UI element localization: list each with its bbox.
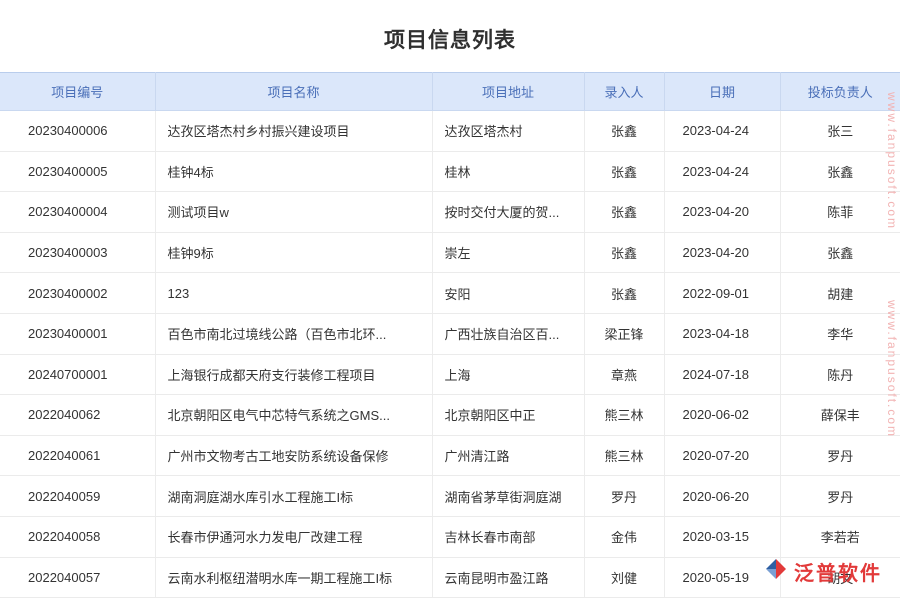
cell-date: 2022-09-01	[664, 273, 780, 314]
cell-id: 2022040062	[0, 395, 155, 436]
cell-address: 上海	[432, 354, 584, 395]
cell-id: 2022040059	[0, 476, 155, 517]
cell-name: 北京朝阳区电气中芯特气系统之GMS...	[155, 395, 432, 436]
page-title: 项目信息列表	[0, 0, 900, 72]
cell-name: 长春市伊通河水力发电厂改建工程	[155, 516, 432, 557]
cell-id: 20230400004	[0, 192, 155, 233]
cell-address: 按时交付大厦的贺...	[432, 192, 584, 233]
cell-name: 达孜区塔杰村乡村振兴建设项目	[155, 111, 432, 152]
cell-date: 2020-06-20	[664, 476, 780, 517]
cell-date: 2024-07-18	[664, 354, 780, 395]
cell-address: 北京朝阳区中正	[432, 395, 584, 436]
cell-date: 2023-04-24	[664, 111, 780, 152]
cell-entry[interactable]: 金伟	[584, 516, 664, 557]
cell-manager[interactable]: 薛保丰	[780, 395, 900, 436]
cell-name: 百色市南北过境线公路（百色市北环...	[155, 313, 432, 354]
cell-name: 广州市文物考古工地安防系统设备保修	[155, 435, 432, 476]
cell-id: 20230400005	[0, 151, 155, 192]
cell-entry[interactable]: 熊三林	[584, 395, 664, 436]
cell-date: 2020-06-02	[664, 395, 780, 436]
cell-id: 2022040061	[0, 435, 155, 476]
cell-entry[interactable]: 刘健	[584, 557, 664, 598]
column-header-manager: 投标负责人	[780, 73, 900, 111]
cell-name: 云南水利枢纽潜明水库一期工程施工I标	[155, 557, 432, 598]
cell-date: 2023-04-24	[664, 151, 780, 192]
cell-entry[interactable]: 罗丹	[584, 476, 664, 517]
cell-name: 上海银行成都天府支行装修工程项目	[155, 354, 432, 395]
column-header-date: 日期	[664, 73, 780, 111]
cell-manager[interactable]: 罗丹	[780, 435, 900, 476]
cell-date: 2020-03-15	[664, 516, 780, 557]
cell-manager[interactable]: 李华	[780, 313, 900, 354]
cell-entry[interactable]: 张鑫	[584, 151, 664, 192]
table-row[interactable]: 20240700001上海银行成都天府支行装修工程项目上海章燕2024-07-1…	[0, 354, 900, 395]
cell-address: 崇左	[432, 232, 584, 273]
table-row[interactable]: 2022040062北京朝阳区电气中芯特气系统之GMS...北京朝阳区中正熊三林…	[0, 395, 900, 436]
cell-name: 测试项目w	[155, 192, 432, 233]
brand-logo-text: 泛普软件	[794, 557, 882, 586]
cell-id: 20230400003	[0, 232, 155, 273]
brand-logo-icon	[764, 557, 788, 586]
brand-logo: 泛普软件	[764, 557, 882, 586]
table-body: 20230400006达孜区塔杰村乡村振兴建设项目达孜区塔杰村张鑫2023-04…	[0, 111, 900, 598]
cell-manager[interactable]: 胡建	[780, 273, 900, 314]
cell-id: 2022040057	[0, 557, 155, 598]
cell-name: 桂钟9标	[155, 232, 432, 273]
cell-entry[interactable]: 张鑫	[584, 111, 664, 152]
table-row[interactable]: 20230400005桂钟4标桂林张鑫2023-04-24张鑫	[0, 151, 900, 192]
column-header-address: 项目地址	[432, 73, 584, 111]
cell-date: 2020-05-19	[664, 557, 780, 598]
project-table: 项目编号项目名称项目地址录入人日期投标负责人 20230400006达孜区塔杰村…	[0, 72, 900, 598]
cell-address: 桂林	[432, 151, 584, 192]
cell-id: 20230400006	[0, 111, 155, 152]
cell-entry[interactable]: 梁正锋	[584, 313, 664, 354]
cell-id: 20240700001	[0, 354, 155, 395]
cell-name: 湖南洞庭湖水库引水工程施工I标	[155, 476, 432, 517]
cell-manager[interactable]: 张鑫	[780, 232, 900, 273]
cell-id: 20230400002	[0, 273, 155, 314]
cell-entry[interactable]: 章燕	[584, 354, 664, 395]
cell-entry[interactable]: 熊三林	[584, 435, 664, 476]
cell-date: 2023-04-20	[664, 232, 780, 273]
cell-id: 20230400001	[0, 313, 155, 354]
cell-address: 吉林长春市南部	[432, 516, 584, 557]
table-row[interactable]: 20230400006达孜区塔杰村乡村振兴建设项目达孜区塔杰村张鑫2023-04…	[0, 111, 900, 152]
table-row[interactable]: 2022040061广州市文物考古工地安防系统设备保修广州清江路熊三林2020-…	[0, 435, 900, 476]
cell-address: 广西壮族自治区百...	[432, 313, 584, 354]
table-header-row: 项目编号项目名称项目地址录入人日期投标负责人	[0, 73, 900, 111]
cell-address: 云南昆明市盈江路	[432, 557, 584, 598]
cell-date: 2023-04-18	[664, 313, 780, 354]
cell-manager[interactable]: 陈菲	[780, 192, 900, 233]
cell-date: 2020-07-20	[664, 435, 780, 476]
cell-id: 2022040058	[0, 516, 155, 557]
column-header-id: 项目编号	[0, 73, 155, 111]
column-header-entry: 录入人	[584, 73, 664, 111]
cell-manager[interactable]: 罗丹	[780, 476, 900, 517]
table-row[interactable]: 20230400002123安阳张鑫2022-09-01胡建	[0, 273, 900, 314]
table-row[interactable]: 20230400004测试项目w按时交付大厦的贺...张鑫2023-04-20陈…	[0, 192, 900, 233]
table-row[interactable]: 20230400001百色市南北过境线公路（百色市北环...广西壮族自治区百..…	[0, 313, 900, 354]
column-header-name: 项目名称	[155, 73, 432, 111]
cell-address: 安阳	[432, 273, 584, 314]
cell-address: 广州清江路	[432, 435, 584, 476]
cell-name: 123	[155, 273, 432, 314]
cell-entry[interactable]: 张鑫	[584, 232, 664, 273]
table-row[interactable]: 2022040059湖南洞庭湖水库引水工程施工I标湖南省茅草街洞庭湖罗丹2020…	[0, 476, 900, 517]
table-row[interactable]: 20230400003桂钟9标崇左张鑫2023-04-20张鑫	[0, 232, 900, 273]
cell-manager[interactable]: 张三	[780, 111, 900, 152]
cell-manager[interactable]: 陈丹	[780, 354, 900, 395]
cell-date: 2023-04-20	[664, 192, 780, 233]
cell-address: 达孜区塔杰村	[432, 111, 584, 152]
cell-entry[interactable]: 张鑫	[584, 192, 664, 233]
cell-address: 湖南省茅草街洞庭湖	[432, 476, 584, 517]
cell-manager[interactable]: 张鑫	[780, 151, 900, 192]
cell-name: 桂钟4标	[155, 151, 432, 192]
cell-entry[interactable]: 张鑫	[584, 273, 664, 314]
cell-manager[interactable]: 李若若	[780, 516, 900, 557]
table-row[interactable]: 2022040058长春市伊通河水力发电厂改建工程吉林长春市南部金伟2020-0…	[0, 516, 900, 557]
